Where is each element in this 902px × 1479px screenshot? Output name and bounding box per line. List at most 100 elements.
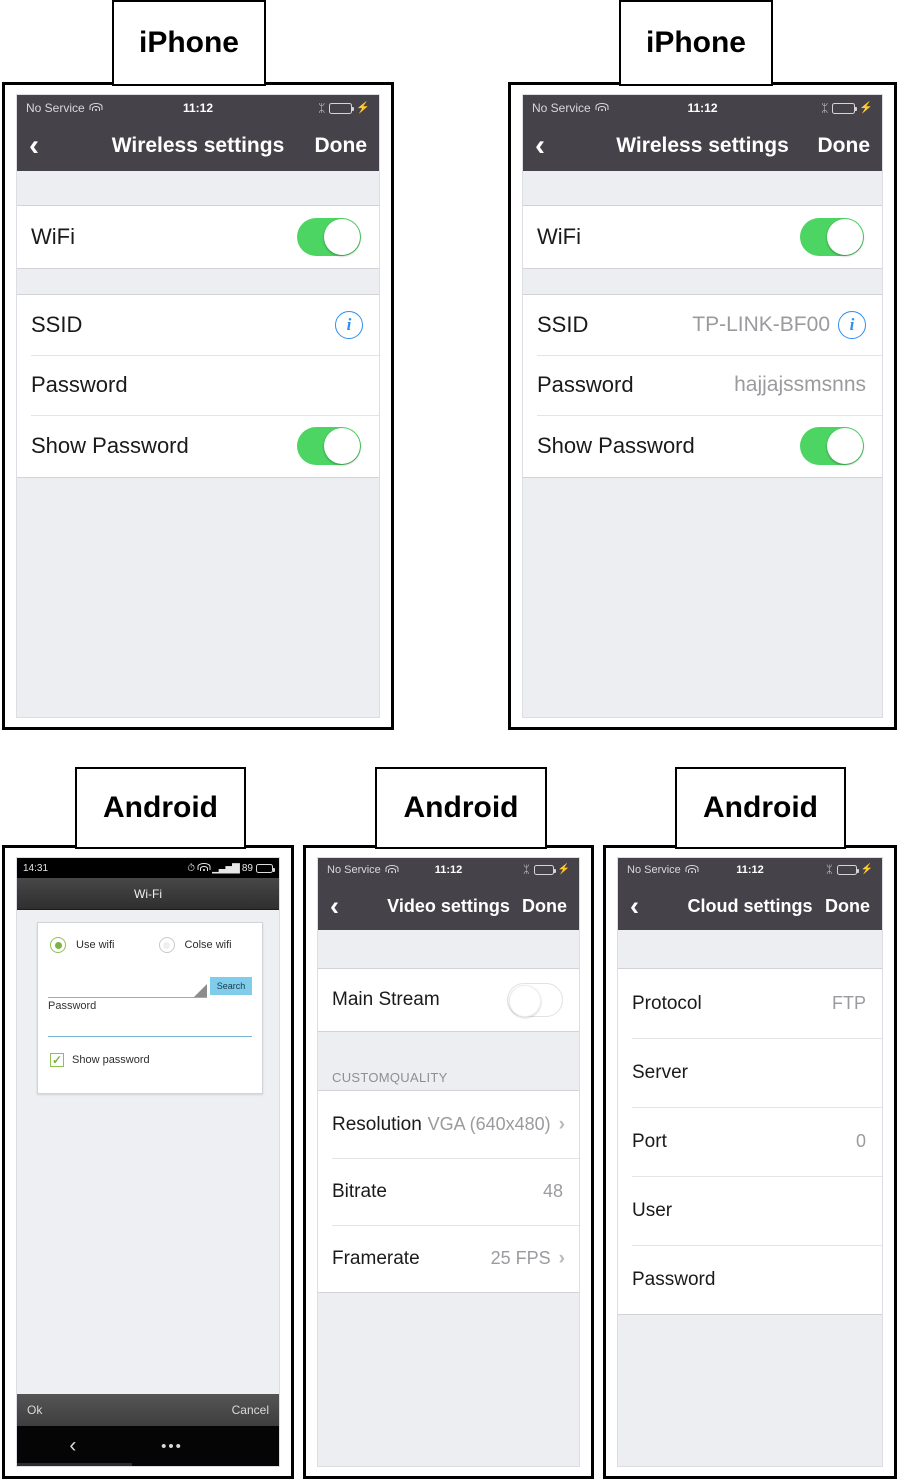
status-right-group: ᛯ ⚡ [318, 102, 370, 114]
row-wifi[interactable]: WiFi [17, 206, 379, 268]
chevron-left-icon[interactable]: ‹ [535, 131, 545, 161]
row-label: Main Stream [332, 989, 440, 1010]
row-resolution[interactable]: Resolution VGA (640x480) › [318, 1091, 579, 1158]
show-password-checkbox[interactable]: ✓ [50, 1053, 64, 1067]
show-password-toggle[interactable] [297, 427, 361, 465]
battery-icon [329, 102, 355, 114]
done-button[interactable]: Done [818, 134, 871, 158]
screen-filler [618, 1315, 882, 1466]
wifi-toggle[interactable] [297, 218, 361, 256]
ssid-field-row: Search [38, 953, 262, 998]
row-value[interactable]: FTP [832, 993, 866, 1014]
done-button[interactable]: Done [825, 896, 870, 917]
row-port[interactable]: Port 0 [618, 1107, 882, 1176]
section-gap [523, 171, 882, 205]
chevron-left-icon[interactable]: ‹ [69, 1434, 76, 1458]
wifi-icon [685, 865, 699, 875]
bluetooth-icon: ᛯ [821, 101, 829, 115]
show-password-toggle[interactable] [800, 427, 864, 465]
status-right-group: ᛯ ⚡ [523, 864, 570, 876]
done-button[interactable]: Done [315, 134, 368, 158]
row-label: Framerate [332, 1247, 420, 1269]
android-nav-bar: ‹ ••• [17, 1426, 279, 1466]
row-ssid[interactable]: SSID TP-LINK-BF00 i [523, 295, 882, 355]
ssid-input[interactable] [48, 975, 207, 998]
charging-bolt-icon: ⚡ [859, 101, 873, 114]
radio-close-wifi-label: Colse wifi [184, 939, 232, 951]
row-value[interactable]: 48 [543, 1181, 563, 1202]
chevron-left-icon[interactable]: ‹ [630, 892, 639, 920]
wifi-dialog-card: Use wifi Colse wifi Search Password ✓ Sh… [37, 922, 263, 1094]
page-title: Wi-Fi [134, 886, 162, 901]
status-right-group: ⏱ ▁▃▅▇ 89 [187, 862, 275, 874]
ok-button[interactable]: Ok [27, 1403, 42, 1417]
section-gap [17, 171, 379, 205]
credentials-group: SSID TP-LINK-BF00 i Password hajjajssmsn… [523, 294, 882, 478]
row-value[interactable]: 0 [856, 1131, 866, 1152]
row-password[interactable]: Password hajjajssmsnns [523, 355, 882, 415]
status-carrier-group: No Service [627, 864, 699, 876]
credentials-group: SSID i Password Show Password [17, 294, 379, 478]
info-circle-icon[interactable]: i [335, 311, 363, 339]
row-label: Password [31, 372, 128, 397]
row-label: SSID [537, 312, 589, 337]
ios-status-bar: No Service 11:12 ᛯ ⚡ [318, 858, 579, 882]
search-button[interactable]: Search [210, 977, 252, 995]
row-show-password[interactable]: Show Password [17, 415, 379, 477]
radio-use-wifi[interactable] [50, 937, 66, 953]
chevron-right-icon[interactable]: › [559, 1248, 565, 1270]
dropdown-handle-icon[interactable] [194, 984, 207, 997]
row-protocol[interactable]: Protocol FTP [618, 969, 882, 1038]
row-wifi[interactable]: WiFi [523, 206, 882, 268]
quality-group: Resolution VGA (640x480) › Bitrate 48 Fr… [318, 1090, 579, 1293]
row-framerate[interactable]: Framerate 25 FPS › [318, 1225, 579, 1292]
wifi-toggle[interactable] [800, 218, 864, 256]
ios-status-bar: No Service 11:12 ᛯ ⚡ [618, 858, 882, 882]
section-gap [318, 930, 579, 968]
row-password[interactable]: Password [17, 355, 379, 415]
row-main-stream[interactable]: Main Stream [318, 969, 579, 1031]
row-label: Protocol [632, 992, 702, 1014]
label-text: Android [703, 791, 818, 824]
radio-use-wifi-label: Use wifi [76, 939, 115, 951]
section-gap [618, 930, 882, 968]
label-plate-android-mid: Android [375, 767, 547, 849]
row-value[interactable]: TP-LINK-BF00 [692, 313, 830, 337]
row-user[interactable]: User [618, 1176, 882, 1245]
row-ssid[interactable]: SSID i [17, 295, 379, 355]
row-value: VGA (640x480) [427, 1114, 551, 1134]
carrier-label: No Service [627, 864, 681, 876]
done-button[interactable]: Done [522, 896, 567, 917]
cancel-button[interactable]: Cancel [232, 1403, 269, 1417]
navigation-bar: ‹ Wireless settings Done [523, 121, 882, 171]
battery-percent: 89 [241, 862, 253, 874]
password-input[interactable] [48, 1018, 252, 1037]
main-stream-toggle[interactable] [507, 983, 563, 1017]
row-server[interactable]: Server [618, 1038, 882, 1107]
row-value[interactable]: hajjajssmsnns [734, 373, 866, 397]
dialog-action-bar: Ok Cancel [17, 1394, 279, 1426]
row-label: Resolution [332, 1113, 422, 1135]
search-button-label: Search [216, 981, 246, 991]
radio-group: Use wifi Colse wifi [38, 923, 262, 953]
chevron-right-icon[interactable]: › [559, 1114, 565, 1136]
screen-filler [17, 478, 379, 698]
wifi-icon [595, 103, 609, 113]
wifi-icon [385, 865, 399, 875]
row-password[interactable]: Password [618, 1245, 882, 1314]
show-password-row[interactable]: ✓ Show password [38, 1037, 262, 1067]
phone-screen: No Service 11:12 ᛯ ⚡ ‹ Video settings Do… [318, 858, 579, 1466]
chevron-left-icon[interactable]: ‹ [330, 892, 339, 920]
device-frame-android-wifi: 14:31 ⏱ ▁▃▅▇ 89 Wi-Fi Use wifi Colse wif… [2, 845, 294, 1479]
phone-screen: 14:31 ⏱ ▁▃▅▇ 89 Wi-Fi Use wifi Colse wif… [17, 858, 279, 1466]
label-text: iPhone [138, 26, 239, 59]
phone-screen: No Service 11:12 ᛯ ⚡ ‹ Wireless settings… [523, 95, 882, 717]
row-show-password[interactable]: Show Password [523, 415, 882, 477]
radio-close-wifi[interactable] [158, 937, 175, 953]
android-title-bar: Wi-Fi [17, 878, 279, 910]
overflow-dots-icon[interactable]: ••• [161, 1438, 183, 1455]
chevron-left-icon[interactable]: ‹ [29, 131, 39, 161]
info-circle-icon[interactable]: i [838, 311, 866, 339]
row-bitrate[interactable]: Bitrate 48 [318, 1158, 579, 1225]
label-plate-iphone-right: iPhone [619, 0, 773, 86]
